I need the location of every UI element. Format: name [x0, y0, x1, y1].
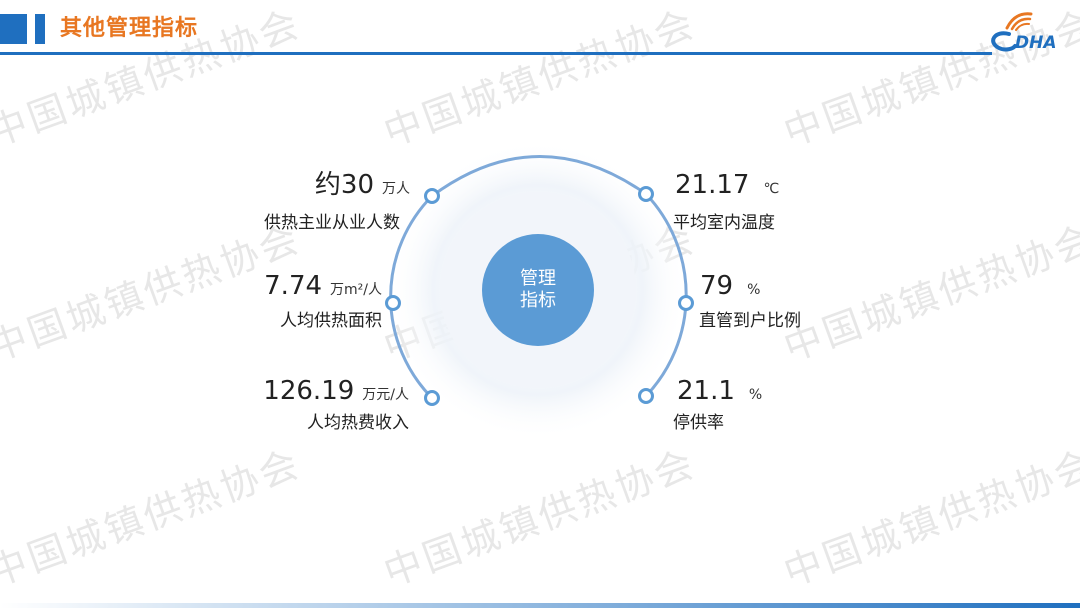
node-marker	[638, 388, 654, 404]
metric-label-shutdown-rate: 停供率	[673, 413, 724, 433]
metric-label-temperature: 平均室内温度	[673, 213, 775, 233]
metric-unit: 万元/人	[362, 387, 409, 403]
metric-value-temperature: 21.17 ℃	[675, 170, 779, 204]
center-label-line1: 管理	[520, 268, 556, 289]
metric-label-direct-ratio: 直管到户比例	[699, 311, 801, 331]
metric-label-revenue: 人均热费收入	[307, 413, 409, 433]
metric-value-direct-ratio: 79%	[700, 271, 760, 305]
slide: 中国城镇供热协会 中国城镇供热协会 中国城镇供热协会 中国城镇供热协会 中国城镇…	[0, 0, 1080, 608]
metric-label-staff: 供热主业从业人数	[264, 213, 400, 233]
center-label: 管理 指标	[482, 234, 594, 346]
node-marker	[385, 295, 401, 311]
node-marker	[678, 295, 694, 311]
node-marker	[424, 188, 440, 204]
metric-value-shutdown-rate: 21.1%	[677, 376, 762, 410]
metric-number: 约30	[314, 170, 374, 200]
metric-value-staff: 约30 万人	[315, 170, 410, 204]
metric-number: 21.17	[675, 170, 750, 200]
metric-number: 7.74	[264, 271, 323, 301]
metric-value-revenue: 126.19 万元/人	[263, 376, 409, 410]
footer-accent-bar	[0, 603, 1080, 608]
center-label-line2: 指标	[520, 290, 556, 311]
metric-unit: %	[748, 387, 763, 403]
metric-value-area: 7.74 万m²/人	[264, 271, 382, 305]
metric-number: 79	[700, 271, 734, 301]
metric-number: 21.1	[677, 376, 735, 406]
metric-unit: ℃	[763, 181, 780, 197]
node-marker	[424, 390, 440, 406]
metric-unit: 万m²/人	[330, 282, 382, 298]
metric-label-area: 人均供热面积	[280, 311, 382, 331]
metric-unit: %	[747, 282, 761, 298]
node-marker	[638, 186, 654, 202]
metric-number: 126.19	[263, 376, 355, 406]
metric-unit: 万人	[382, 181, 410, 197]
